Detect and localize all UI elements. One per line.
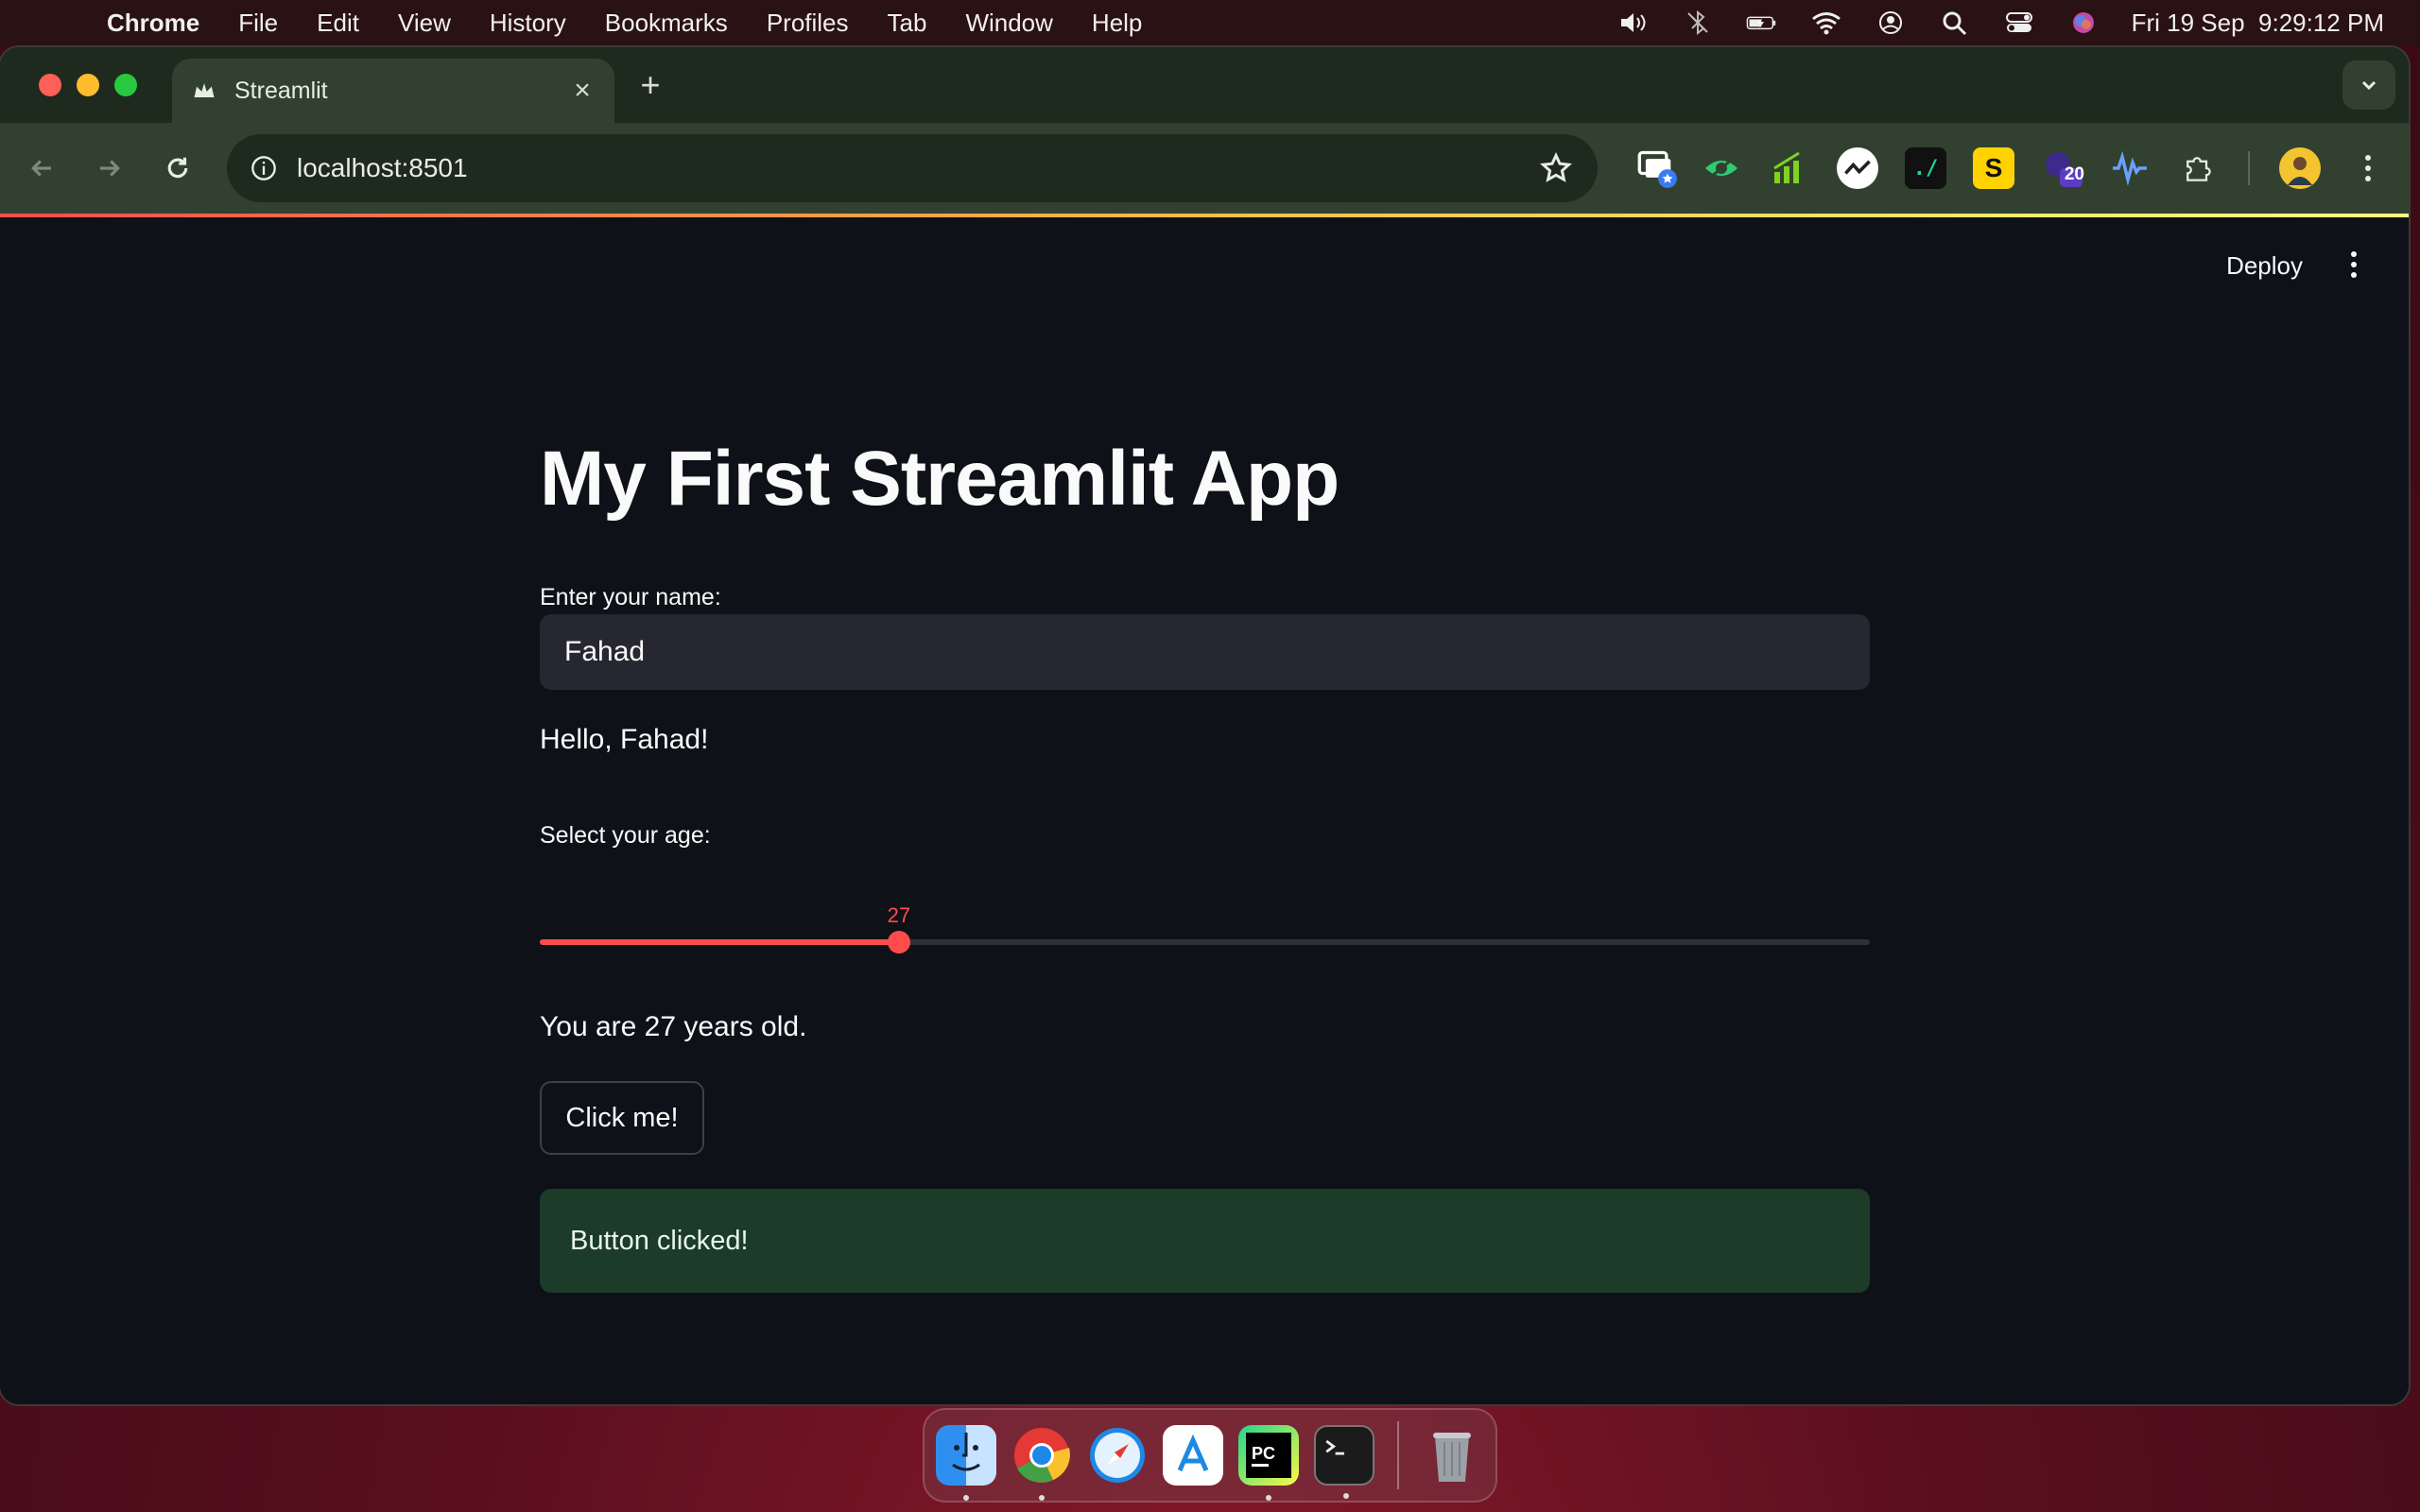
finder-icon[interactable] (936, 1425, 996, 1501)
menu-bookmarks[interactable]: Bookmarks (605, 9, 728, 38)
tab-strip: Streamlit × + (0, 47, 2409, 123)
running-indicator (1039, 1495, 1045, 1501)
menu-help[interactable]: Help (1092, 9, 1142, 38)
eye-extension-icon[interactable] (1701, 147, 1742, 189)
chevron-down-icon (2361, 80, 2377, 91)
menu-view[interactable]: View (398, 9, 451, 38)
chrome-menu-icon[interactable] (2347, 147, 2389, 189)
bookmark-star-icon[interactable] (1539, 151, 1573, 185)
name-input-value: Fahad (564, 636, 646, 667)
close-tab-icon[interactable]: × (565, 74, 599, 108)
terminal-extension-icon[interactable]: ./ (1905, 147, 1946, 189)
menu-edit[interactable]: Edit (317, 9, 359, 38)
user-account-icon[interactable] (1875, 9, 1907, 36)
running-indicator (1343, 1493, 1349, 1499)
running-indicator (963, 1495, 969, 1501)
running-indicator (1266, 1495, 1271, 1501)
forward-button[interactable] (91, 149, 129, 187)
age-slider-label: Select your age: (540, 822, 711, 849)
terminal-icon[interactable] (1314, 1425, 1374, 1499)
volume-icon[interactable] (1617, 9, 1650, 36)
browser-window: Streamlit × + localhost:8501 ./ S 20 Dep… (0, 47, 2409, 1404)
pycharm-underline (1252, 1464, 1269, 1467)
new-tab-button[interactable]: + (631, 66, 669, 104)
menu-tab[interactable]: Tab (888, 9, 927, 38)
streamlit-crown-icon (189, 76, 219, 106)
screen-share-extension-icon[interactable] (1636, 147, 1678, 189)
wifi-icon[interactable] (1810, 9, 1842, 36)
back-button[interactable] (23, 149, 60, 187)
page-title: My First Streamlit App (540, 436, 1340, 522)
control-center-icon[interactable] (2003, 9, 2035, 36)
tab-title: Streamlit (234, 77, 328, 104)
macos-dock: PC (923, 1408, 1497, 1503)
reload-button[interactable] (159, 149, 197, 187)
dock-separator (1397, 1421, 1399, 1489)
menu-window[interactable]: Window (965, 9, 1052, 38)
url-text[interactable]: localhost:8501 (297, 153, 468, 183)
greeting-text: Hello, Fahad! (540, 724, 709, 755)
profile-avatar[interactable] (2279, 147, 2321, 189)
success-alert: Button clicked! (540, 1189, 1870, 1293)
pycharm-label: PC (1252, 1444, 1276, 1463)
s-logo-extension-icon[interactable]: S (1973, 147, 2014, 189)
maximize-window-button[interactable] (114, 74, 137, 96)
name-input[interactable]: Fahad (540, 614, 1870, 690)
extensions-puzzle-icon[interactable] (2177, 147, 2219, 189)
spotlight-search-icon[interactable] (1939, 9, 1971, 36)
minimize-window-button[interactable] (77, 74, 99, 96)
age-slider-value: 27 (887, 903, 911, 927)
reload-icon (167, 157, 188, 179)
safari-icon[interactable] (1087, 1425, 1148, 1486)
menu-file[interactable]: File (238, 9, 278, 38)
chart-bars-extension-icon[interactable] (1769, 147, 1810, 189)
click-me-button[interactable]: Click me! (540, 1081, 704, 1155)
close-window-button[interactable] (39, 74, 61, 96)
pycharm-logo-box: PC (1246, 1433, 1291, 1478)
success-message: Button clicked! (570, 1225, 749, 1256)
arrow-left-icon (31, 160, 51, 177)
siri-icon[interactable] (2067, 9, 2100, 36)
name-input-label: Enter your name: (540, 584, 721, 610)
main-menu-icon[interactable] (2341, 246, 2367, 284)
toolbar-divider (2248, 151, 2250, 185)
browser-toolbar: localhost:8501 ./ S 20 (0, 123, 2409, 217)
tab-search-button[interactable] (2342, 60, 2395, 110)
age-slider-thumb[interactable] (887, 931, 910, 954)
menubar-clock[interactable]: Fri 19 Sep 9:29:12 PM (2132, 9, 2384, 38)
browser-tab-streamlit[interactable]: Streamlit × (172, 59, 614, 123)
menu-history[interactable]: History (490, 9, 566, 38)
trash-icon[interactable] (1422, 1425, 1482, 1486)
age-text: You are 27 years old. (540, 1011, 807, 1042)
app-store-icon[interactable] (1163, 1425, 1223, 1486)
deploy-button[interactable]: Deploy (2226, 251, 2303, 281)
menu-profiles[interactable]: Profiles (767, 9, 849, 38)
site-info-icon[interactable] (248, 152, 280, 184)
pycharm-icon[interactable]: PC (1238, 1425, 1299, 1501)
badge-extension-icon[interactable]: 20 (2041, 147, 2084, 189)
waveform-extension-icon[interactable] (2109, 147, 2151, 189)
streamlit-page: Deploy My First Streamlit App Enter your… (0, 217, 2409, 1404)
arrow-right-icon (100, 160, 120, 177)
battery-icon[interactable] (1746, 9, 1778, 36)
extension-badge-count: 20 (2064, 164, 2084, 184)
bluetooth-off-icon[interactable] (1682, 9, 1714, 36)
trend-extension-icon[interactable] (1837, 147, 1878, 189)
age-slider[interactable]: 27 (540, 903, 1870, 954)
menu-app-name[interactable]: Chrome (107, 9, 199, 38)
macos-menu-bar: Chrome File Edit View History Bookmarks … (0, 0, 2420, 45)
age-slider-fill (540, 939, 899, 945)
address-bar[interactable]: localhost:8501 (227, 134, 1598, 202)
chrome-icon[interactable] (1011, 1425, 1072, 1501)
